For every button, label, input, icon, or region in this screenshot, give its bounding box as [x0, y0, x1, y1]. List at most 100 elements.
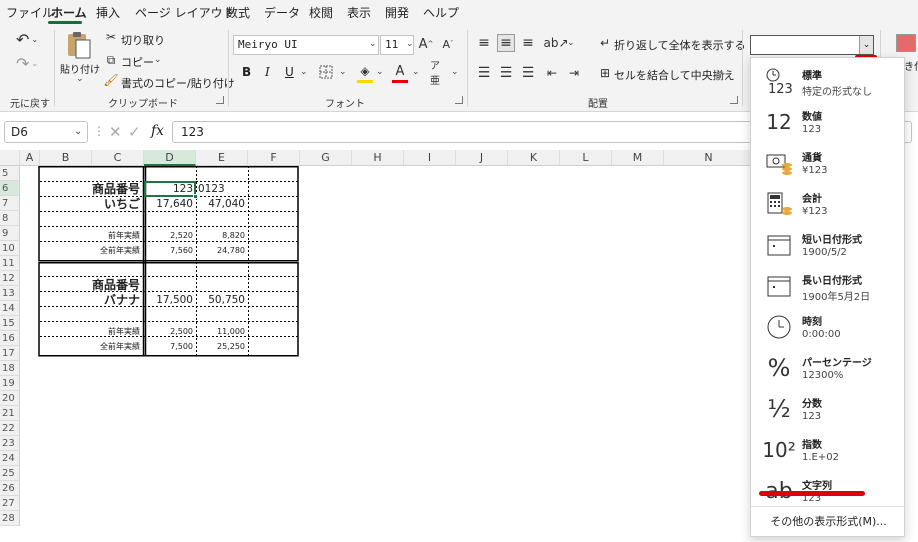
col-header-b[interactable]: B: [40, 150, 92, 166]
tab-developer[interactable]: 開発: [385, 4, 409, 21]
font-name-caret-icon[interactable]: ⌄: [369, 39, 377, 49]
insert-function-icon[interactable]: fx: [151, 123, 164, 139]
tab-formulas[interactable]: 数式: [226, 4, 250, 21]
clipboard-launcher-icon[interactable]: [216, 96, 224, 104]
tab-file[interactable]: ファイル: [6, 4, 54, 21]
underline-button[interactable]: U: [285, 65, 294, 79]
cell-e10[interactable]: 24,780: [198, 243, 248, 258]
col-header-j[interactable]: J: [456, 150, 508, 166]
tab-home[interactable]: ホーム: [51, 4, 87, 21]
col-header-n[interactable]: N: [664, 150, 754, 166]
paste-caret-icon[interactable]: ⌄: [76, 74, 84, 84]
col-header-c[interactable]: C: [92, 150, 144, 166]
increase-font-icon[interactable]: A ^: [418, 35, 434, 53]
cut-button[interactable]: 切り取り: [121, 32, 165, 48]
col-header-k[interactable]: K: [508, 150, 560, 166]
fill-color-icon[interactable]: ◈: [357, 62, 373, 80]
tab-review[interactable]: 校閲: [309, 4, 333, 21]
format-option-percentage[interactable]: % パーセンテージ 12300%: [751, 347, 906, 388]
align-top-icon[interactable]: ≡: [475, 34, 493, 52]
tab-data[interactable]: データ: [264, 4, 300, 21]
cell-e16[interactable]: 25,250: [198, 339, 248, 354]
format-option-number[interactable]: 12 数値 123: [751, 101, 906, 142]
merge-center-button[interactable]: セルを結合して中央揃え: [614, 67, 735, 83]
copy-button[interactable]: コピー: [121, 54, 154, 70]
cell-e9[interactable]: 8,820: [198, 228, 248, 243]
font-color-caret-icon[interactable]: ⌄: [412, 67, 420, 77]
font-name-select[interactable]: Meiryo UI: [233, 35, 379, 55]
border-icon[interactable]: [318, 64, 334, 80]
merge-caret-icon[interactable]: ⌄: [719, 68, 727, 78]
format-option-currency[interactable]: 通貨 ¥123: [751, 142, 906, 183]
format-option-scientific[interactable]: 10² 指数 1.E+02: [751, 429, 906, 470]
col-header-a[interactable]: A: [20, 150, 40, 166]
decrease-indent-icon[interactable]: ⇤: [543, 64, 561, 82]
number-format-caret-icon[interactable]: ⌄: [859, 36, 873, 54]
decrease-font-icon[interactable]: Aˇ: [440, 35, 456, 53]
orientation-icon[interactable]: ab↗: [543, 34, 568, 52]
col-header-f[interactable]: F: [248, 150, 300, 166]
cell-b10[interactable]: 全前年実績: [40, 243, 143, 258]
underline-caret-icon[interactable]: ⌄: [300, 67, 308, 77]
merge-center-icon[interactable]: ⊞: [598, 65, 612, 81]
cell-d13[interactable]: 17,500: [146, 293, 196, 308]
wrap-text-icon[interactable]: ↵: [598, 35, 612, 51]
cut-icon[interactable]: ✂: [104, 30, 118, 44]
col-header-g[interactable]: G: [300, 150, 352, 166]
tab-page-layout[interactable]: ページ レイアウト: [135, 4, 235, 21]
increase-indent-icon[interactable]: ⇥: [565, 64, 583, 82]
cell-d10[interactable]: 7,560: [146, 243, 196, 258]
redo-icon[interactable]: ↷ ⌄: [12, 54, 42, 73]
align-bottom-icon[interactable]: ≡: [519, 34, 537, 52]
align-right-icon[interactable]: ☰: [519, 64, 537, 82]
name-box-caret-icon[interactable]: ⌄: [74, 126, 82, 137]
cell-b12[interactable]: 商品番号: [40, 278, 143, 293]
align-center-icon[interactable]: ☰: [497, 64, 515, 82]
conditional-format-icon[interactable]: [896, 34, 916, 52]
cell-e15[interactable]: 11,000: [198, 324, 248, 339]
col-header-m[interactable]: M: [612, 150, 664, 166]
cell-b13[interactable]: バナナ: [40, 293, 143, 308]
align-middle-icon[interactable]: ≡: [497, 34, 515, 52]
cell-e13[interactable]: 50,750: [198, 293, 248, 308]
select-all-corner[interactable]: [0, 150, 20, 166]
format-option-short-date[interactable]: 短い日付形式 1900/5/2: [751, 224, 906, 265]
tab-insert[interactable]: 挿入: [96, 4, 120, 21]
number-format-select[interactable]: [750, 35, 874, 55]
col-header-h[interactable]: H: [352, 150, 404, 166]
font-size-caret-icon[interactable]: ⌄: [406, 39, 414, 49]
format-option-long-date[interactable]: 長い日付形式 1900年5月2日: [751, 265, 906, 306]
cell-b7[interactable]: いちご: [40, 197, 143, 212]
format-option-fraction[interactable]: ½ 分数 123: [751, 388, 906, 429]
tab-view[interactable]: 表示: [347, 4, 371, 21]
copy-icon[interactable]: ⧉: [104, 53, 118, 67]
font-color-icon[interactable]: A: [392, 62, 408, 80]
col-header-l[interactable]: L: [560, 150, 612, 166]
font-launcher-icon[interactable]: [455, 96, 463, 104]
cell-b9[interactable]: 前年実績: [40, 228, 143, 243]
italic-button[interactable]: I: [265, 65, 270, 79]
col-header-e[interactable]: E: [196, 150, 248, 166]
border-caret-icon[interactable]: ⌄: [339, 67, 347, 77]
cell-b16[interactable]: 全前年実績: [40, 339, 143, 354]
cancel-icon[interactable]: ✕: [109, 123, 122, 141]
cell-d6[interactable]: 123: [146, 182, 196, 197]
more-number-formats-link[interactable]: その他の表示形式(M)...: [751, 506, 906, 536]
bold-button[interactable]: B: [242, 65, 251, 79]
format-painter-icon[interactable]: 🖌: [103, 73, 118, 87]
cell-b6[interactable]: 商品番号: [40, 182, 143, 197]
format-painter-button[interactable]: 書式のコピー/貼り付け: [121, 75, 235, 91]
format-option-accounting[interactable]: 会計 ¥123: [751, 183, 906, 224]
fill-color-caret-icon[interactable]: ⌄: [376, 67, 384, 77]
cell-d15[interactable]: 2,500: [146, 324, 196, 339]
copy-caret-icon[interactable]: ⌄: [154, 55, 162, 65]
tab-help[interactable]: ヘルプ: [423, 4, 459, 21]
orientation-caret-icon[interactable]: ⌄: [567, 38, 575, 48]
undo-icon[interactable]: ↶ ⌄: [12, 30, 42, 49]
wrap-text-button[interactable]: 折り返して全体を表示する: [614, 37, 746, 53]
enter-icon[interactable]: ✓: [128, 123, 141, 141]
cell-d16[interactable]: 7,500: [146, 339, 196, 354]
cell-e6[interactable]: 0123: [198, 182, 248, 197]
align-left-icon[interactable]: ☰: [475, 64, 493, 82]
col-header-d[interactable]: D: [144, 150, 196, 166]
